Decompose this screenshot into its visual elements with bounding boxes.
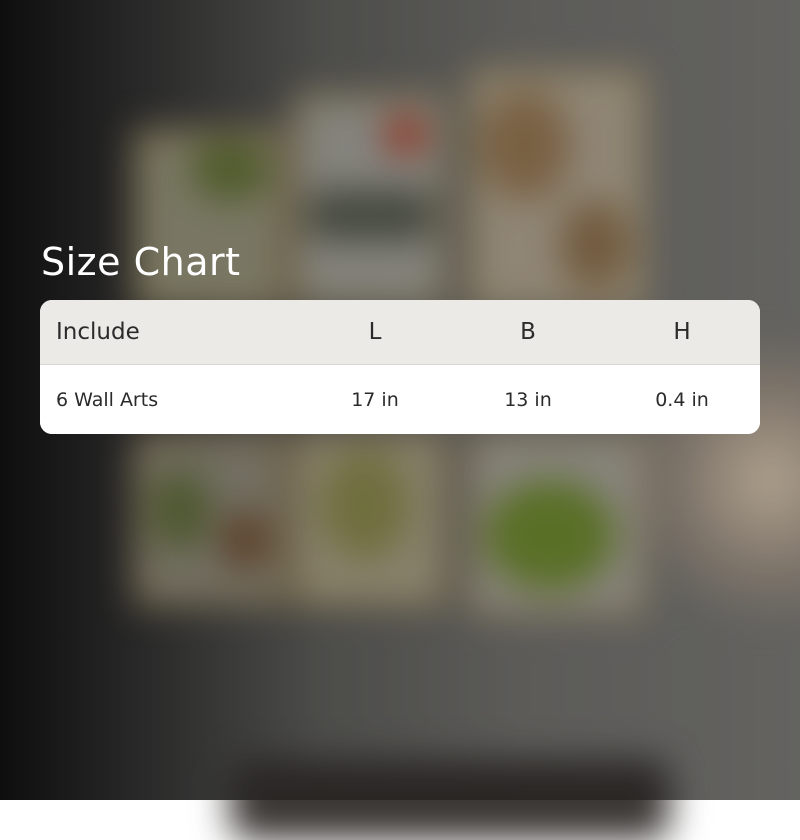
column-header-height: H [673, 319, 691, 345]
cell-breadth: 13 in [504, 388, 552, 411]
table-row: 6 Wall Arts 17 in 13 in 0.4 in [40, 365, 760, 434]
cell-height: 0.4 in [655, 388, 709, 411]
page-title: Size Chart [41, 240, 241, 284]
column-header-breadth: B [520, 319, 536, 345]
table-header-row: Include L B H [40, 300, 760, 365]
column-header-include: Include [56, 319, 140, 345]
size-chart-table: Include L B H 6 Wall Arts 17 in 13 in 0.… [40, 300, 760, 434]
cell-length: 17 in [351, 388, 399, 411]
column-header-length: L [368, 319, 382, 345]
cell-include: 6 Wall Arts [56, 388, 159, 411]
